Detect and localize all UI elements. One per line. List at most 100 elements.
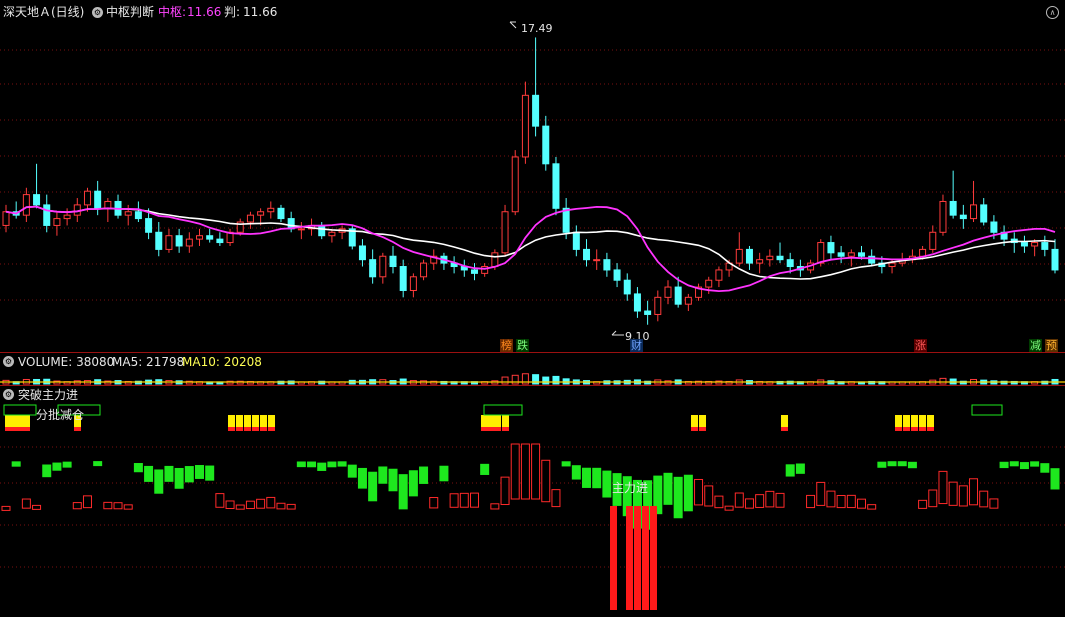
oscillator-bar-down bbox=[887, 461, 897, 467]
oscillator-bar-down bbox=[317, 462, 327, 471]
signal-marker-base bbox=[781, 427, 788, 431]
oscillator-bar-up bbox=[755, 494, 765, 508]
signal-box bbox=[483, 404, 523, 416]
main-force-bar bbox=[610, 506, 617, 610]
main-force-note: 主力进 bbox=[612, 481, 649, 495]
signal-marker-base bbox=[5, 427, 12, 431]
oscillator-bar-up bbox=[21, 498, 31, 509]
oscillator-bar-down bbox=[785, 464, 795, 477]
signal-marker-base bbox=[487, 427, 494, 431]
oscillator-bar-down bbox=[683, 474, 693, 512]
signal-marker-base bbox=[911, 427, 918, 431]
oscillator-bar-down bbox=[144, 465, 154, 482]
signal-marker-base bbox=[252, 427, 259, 431]
oscillator-bar-up bbox=[256, 498, 266, 509]
main-force-bar bbox=[650, 506, 657, 610]
oscillator-bar-up bbox=[459, 492, 469, 508]
oscillator-bar-down bbox=[347, 464, 357, 478]
signal-marker bbox=[895, 415, 902, 427]
oscillator-bar-up bbox=[235, 504, 245, 510]
oscillator-bar-up bbox=[72, 502, 82, 510]
signal-marker-base bbox=[244, 427, 251, 431]
oscillator-bar-up bbox=[989, 498, 999, 509]
oscillator-bar-down bbox=[673, 476, 683, 519]
oscillator-bar-up bbox=[276, 502, 286, 510]
batch-reduce-note: 分批减仓 bbox=[36, 408, 85, 422]
signal-marker bbox=[699, 415, 706, 427]
signal-marker bbox=[260, 415, 267, 427]
signal-marker-base bbox=[74, 427, 81, 431]
oscillator-bar-down bbox=[582, 467, 592, 488]
main-force-bar bbox=[642, 506, 649, 610]
oscillator-bar-down bbox=[327, 461, 337, 468]
oscillator-bar-up bbox=[510, 443, 520, 500]
oscillator-bar-down bbox=[205, 465, 215, 481]
oscillator-bar-up bbox=[714, 495, 724, 509]
signal-marker bbox=[252, 415, 259, 427]
oscillator-bar-down bbox=[133, 463, 143, 473]
oscillator-bar-down bbox=[795, 463, 805, 474]
oscillator-bar-down bbox=[907, 461, 917, 469]
main-force-bar bbox=[634, 506, 641, 610]
oscillator-bar-up bbox=[918, 499, 928, 509]
signal-marker-base bbox=[494, 427, 501, 431]
signal-marker-base bbox=[691, 427, 698, 431]
oscillator-bar-up bbox=[744, 498, 754, 509]
signal-marker-base bbox=[260, 427, 267, 431]
oscillator-bar-up bbox=[836, 495, 846, 509]
oscillator-bar-up bbox=[266, 496, 276, 509]
oscillator-bar-down bbox=[561, 461, 571, 467]
oscillator-bar-down bbox=[1019, 462, 1029, 470]
oscillator-bar-down bbox=[62, 461, 72, 468]
oscillator-bar-up bbox=[846, 494, 856, 509]
oscillator-bar-up bbox=[724, 505, 734, 511]
oscillator-bar-up bbox=[806, 494, 816, 509]
oscillator-bar-down bbox=[42, 464, 52, 478]
signal-marker-base bbox=[481, 427, 488, 431]
oscillator-bar-down bbox=[388, 468, 398, 492]
oscillator-bar-down bbox=[592, 467, 602, 489]
signal-marker bbox=[919, 415, 926, 427]
oscillator-bar-up bbox=[490, 503, 500, 510]
oscillator-bar-down bbox=[480, 463, 490, 475]
oscillator-bar-up bbox=[245, 500, 255, 510]
oscillator-bar-down bbox=[419, 466, 429, 484]
oscillator-bar-down bbox=[897, 461, 907, 467]
oscillator-bar-up bbox=[938, 470, 948, 505]
oscillator-bar-down bbox=[1040, 463, 1050, 473]
oscillator-bar-down bbox=[93, 461, 103, 467]
oscillator-bar-down bbox=[408, 470, 418, 497]
signal-marker bbox=[903, 415, 910, 427]
oscillator-bar-up bbox=[531, 443, 541, 500]
oscillator-bar-up bbox=[775, 492, 785, 508]
signal-marker-base bbox=[895, 427, 902, 431]
oscillator-bar-down bbox=[296, 461, 306, 468]
oscillator-bar-down bbox=[398, 474, 408, 510]
signal-marker-base bbox=[11, 427, 18, 431]
oscillator-bar-down bbox=[439, 465, 449, 482]
signal-marker bbox=[268, 415, 275, 427]
signal-box bbox=[3, 404, 37, 416]
oscillator-bar-up bbox=[103, 501, 113, 510]
oscillator-bar-up bbox=[225, 500, 235, 509]
oscillator-bar-up bbox=[215, 493, 225, 508]
signal-marker bbox=[691, 415, 698, 427]
signal-marker-base bbox=[228, 427, 235, 431]
signal-marker bbox=[481, 415, 488, 427]
oscillator-bar-down bbox=[571, 465, 581, 480]
oscillator-bar-up bbox=[429, 497, 439, 509]
oscillator-bar-down bbox=[1030, 461, 1040, 467]
oscillator-bar-up bbox=[32, 504, 42, 510]
indicator-chart[interactable] bbox=[0, 0, 1065, 617]
main-force-bar bbox=[626, 506, 633, 610]
oscillator-bar-down bbox=[184, 466, 194, 483]
oscillator-bar-up bbox=[500, 476, 510, 506]
signal-marker bbox=[5, 415, 12, 427]
signal-marker-base bbox=[17, 427, 24, 431]
oscillator-bar-down bbox=[368, 471, 378, 502]
signal-marker-base bbox=[903, 427, 910, 431]
oscillator-bar-up bbox=[694, 478, 704, 506]
oscillator-bar-up bbox=[704, 485, 714, 507]
oscillator-bar-down bbox=[877, 461, 887, 468]
oscillator-bar-down bbox=[52, 462, 62, 471]
